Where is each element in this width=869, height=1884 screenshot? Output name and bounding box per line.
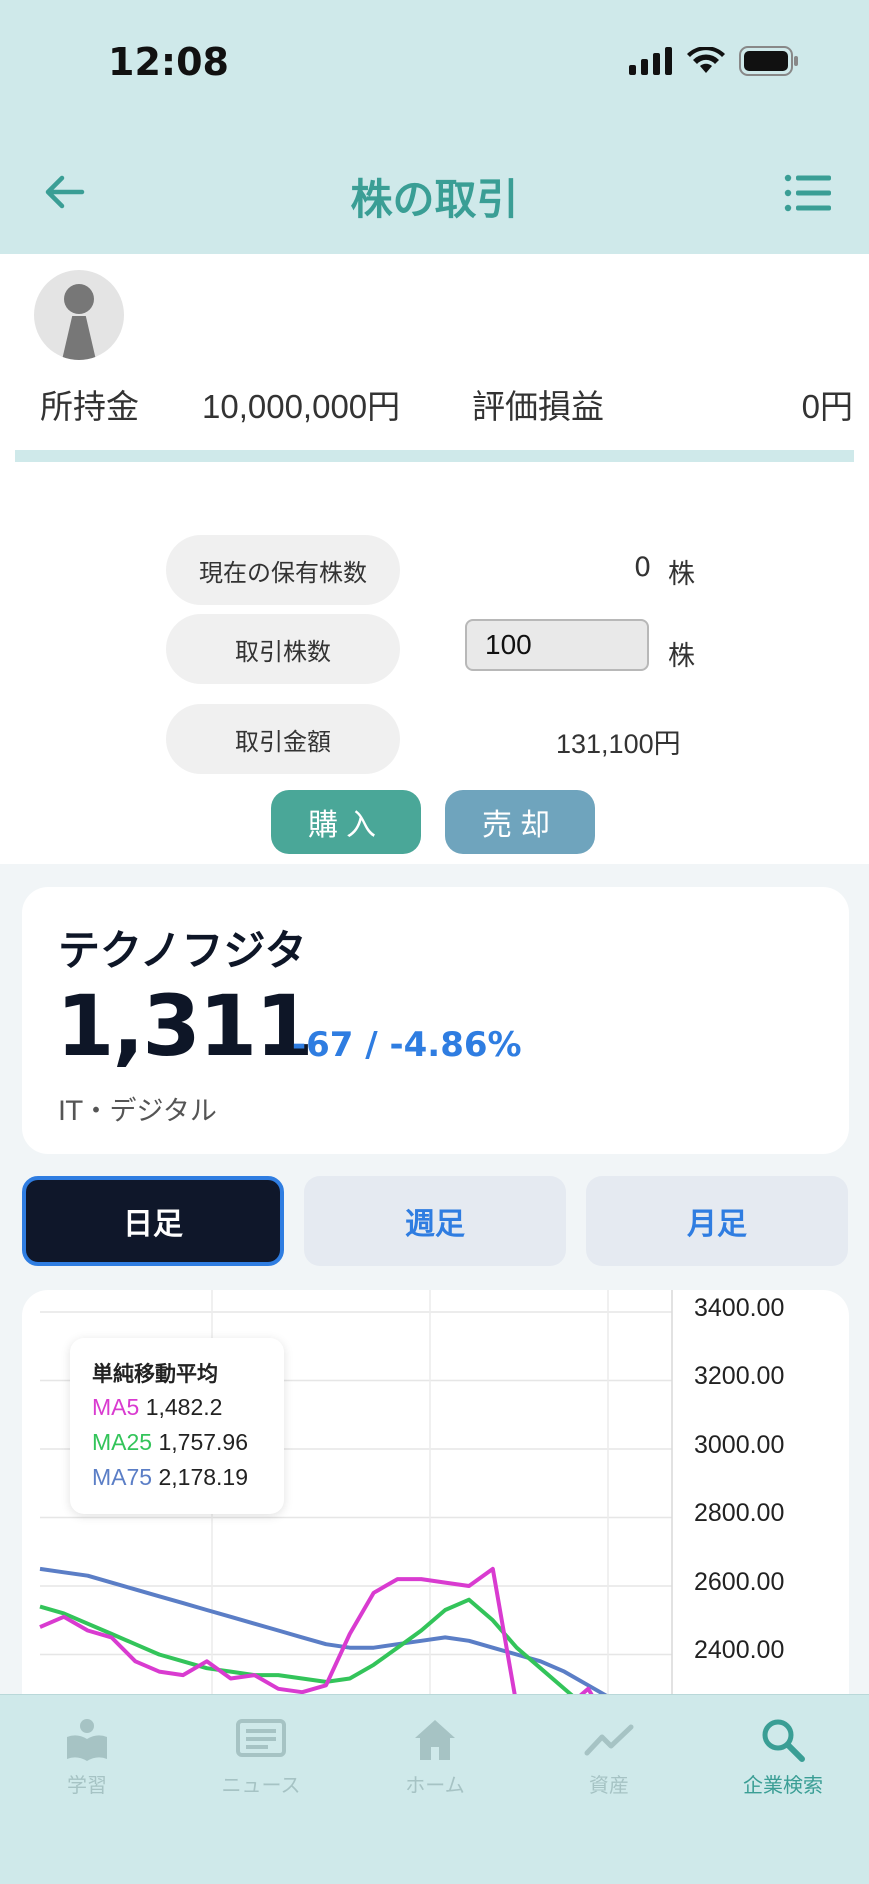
pnl-value: 0円 [801, 388, 853, 425]
cash-label: 所持金 [40, 387, 139, 426]
chart-card: 単純移動平均 MA5 1,482.2 MA25 1,757.96 MA75 2,… [22, 1290, 849, 1750]
y-tick: 3200.00 [694, 1362, 785, 1390]
amount-label: 取引金額 [166, 704, 400, 774]
nav-label: 資産 [589, 1773, 629, 1797]
home-icon [415, 1720, 455, 1760]
legend-ma25-value: 1,757.96 [158, 1429, 249, 1455]
series-line-ma75 [39, 1566, 613, 1701]
trend-icon [584, 1724, 634, 1756]
nav-item-company-search[interactable]: 企業検索 [718, 1717, 848, 1798]
qty-input[interactable] [465, 619, 649, 671]
stock-card: テクノフジタ 1,311 -67 / -4.86% IT・デジタル [22, 887, 849, 1154]
legend-ma75-name: MA75 [92, 1464, 153, 1490]
nav-label: ホーム [405, 1773, 465, 1797]
page-title: 株の取引 [350, 175, 519, 224]
legend-title: 単純移動平均 [92, 1362, 218, 1386]
stock-price: 1,311 [56, 977, 314, 1075]
wifi-icon [687, 47, 725, 73]
nav-label: 学習 [67, 1773, 107, 1797]
legend-ma25: MA25 1,757.96 [92, 1429, 248, 1456]
y-tick: 3400.00 [694, 1294, 785, 1322]
bottom-nav: 学習 ニュース ホーム 資産 企業検索 [0, 1694, 869, 1884]
book-icon [67, 1719, 107, 1761]
legend-ma5-name: MA5 [92, 1394, 140, 1420]
legend-ma75-value: 2,178.19 [158, 1464, 249, 1490]
buy-button[interactable]: 購入 [271, 790, 421, 854]
y-tick: 2400.00 [694, 1636, 785, 1664]
holdings-unit: 株 [668, 559, 695, 590]
tab-monthly[interactable]: 月足 [586, 1176, 848, 1266]
y-tick: 2600.00 [694, 1568, 785, 1596]
legend-ma5: MA5 1,482.2 [92, 1394, 222, 1421]
nav-label: 企業検索 [743, 1773, 823, 1797]
legend-ma25-name: MA25 [92, 1429, 153, 1455]
nav-item-home[interactable]: ホーム [370, 1717, 500, 1798]
y-tick: 3000.00 [694, 1431, 785, 1459]
legend-ma5-value: 1,482.2 [145, 1394, 223, 1420]
nav-item-learning[interactable]: 学習 [22, 1717, 152, 1798]
nav-label: ニュース [221, 1773, 301, 1797]
nav-item-news[interactable]: ニュース [196, 1717, 326, 1798]
nav-item-assets[interactable]: 資産 [544, 1717, 674, 1798]
account-panel: 所持金 10,000,000円 評価損益 0円 現在の保有株数 0 株 取引株数… [0, 254, 869, 864]
pnl-label: 評価損益 [472, 387, 604, 426]
divider [15, 450, 854, 462]
top-bar: 12:08 株の取引 [0, 0, 869, 254]
legend-ma75: MA75 2,178.19 [92, 1464, 248, 1491]
cash-value: 10,000,000円 [202, 388, 401, 425]
search-icon [762, 1719, 805, 1762]
tab-daily[interactable]: 日足 [22, 1176, 284, 1266]
status-time: 12:08 [108, 40, 229, 84]
holdings-value: 0 [634, 552, 652, 583]
news-icon [236, 1719, 286, 1757]
avatar [34, 270, 124, 360]
tab-weekly[interactable]: 週足 [304, 1176, 566, 1266]
ma-legend: 単純移動平均 MA5 1,482.2 MA25 1,757.96 MA75 2,… [70, 1338, 284, 1514]
stock-sector: IT・デジタル [58, 1096, 217, 1127]
battery-icon [739, 46, 798, 76]
list-menu-icon[interactable] [783, 170, 833, 216]
stock-name: テクノフジタ [58, 926, 307, 975]
status-icons [629, 46, 799, 76]
sell-button[interactable]: 売却 [445, 790, 595, 854]
stock-change: -67 / -4.86% [292, 1025, 522, 1065]
amount-value: 131,100円 [556, 729, 681, 759]
holdings-label: 現在の保有株数 [166, 535, 400, 605]
y-tick: 2800.00 [694, 1499, 785, 1527]
qty-unit: 株 [668, 641, 695, 672]
signal-icon [629, 47, 672, 75]
qty-label: 取引株数 [166, 614, 400, 684]
